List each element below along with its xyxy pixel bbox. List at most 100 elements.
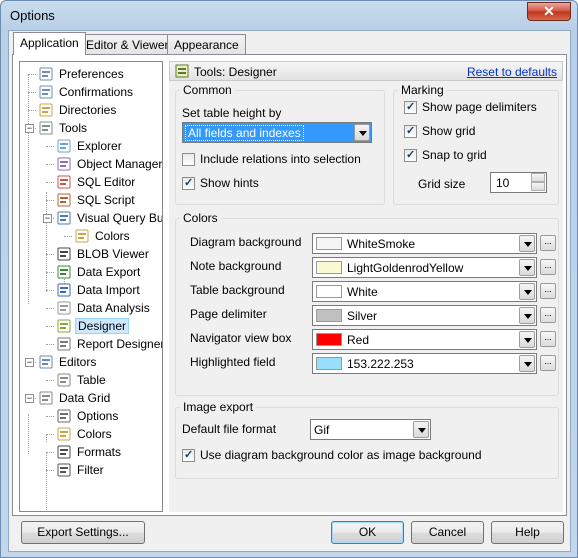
color-select[interactable]: Silver (312, 305, 537, 326)
tree-item-label: Data Export (77, 265, 141, 279)
tree-item-editors[interactable]: Editors (38, 353, 98, 371)
show-hints-label: Show hints (200, 176, 259, 190)
designer-icon (175, 64, 189, 78)
help-button[interactable]: Help (491, 521, 564, 544)
tree-guide-line (46, 434, 54, 435)
close-button[interactable]: ✕ (527, 2, 571, 21)
cancel-button[interactable]: Cancel (411, 521, 484, 544)
color-row-label: Note background (190, 259, 282, 273)
ok-button[interactable]: OK (331, 521, 404, 544)
chevron-down-icon[interactable] (519, 331, 535, 348)
color-select[interactable]: 153.222.253 (312, 353, 537, 374)
show-grid-checkbox[interactable] (404, 124, 417, 138)
tree-item-label: Data Analysis (77, 301, 150, 315)
reset-defaults-link[interactable]: Reset to defaults (467, 65, 557, 79)
collapse-icon[interactable]: − (25, 394, 34, 403)
include-relations-label: Include relations into selection (200, 152, 361, 166)
grid-size-spinner[interactable]: 10 (490, 172, 547, 193)
color-swatch (316, 333, 342, 346)
tree-item-report-designer[interactable]: Report Designer (56, 335, 162, 353)
tree-item-preferences[interactable]: Preferences (38, 65, 126, 83)
tree-item-filter[interactable]: Filter (56, 461, 106, 479)
tree-item-table[interactable]: Table (56, 371, 108, 389)
file-format-select[interactable]: Gif (310, 419, 431, 440)
color-value: 153.222.253 (347, 357, 414, 371)
filter-icon (56, 462, 72, 478)
tree-item-label: Directories (59, 103, 117, 117)
tree-item-options[interactable]: Options (56, 407, 120, 425)
tree-item-directories[interactable]: Directories (38, 101, 118, 119)
table-icon (56, 372, 72, 388)
color-select[interactable]: LightGoldenrodYellow (312, 257, 537, 278)
tree-item-sql-script[interactable]: SQL Script (56, 191, 137, 209)
tab-appearance[interactable]: Appearance (167, 34, 246, 54)
chevron-down-icon[interactable] (519, 307, 535, 324)
collapse-icon[interactable]: − (43, 214, 52, 223)
chevron-down-icon[interactable] (519, 235, 535, 252)
tools-icon (38, 120, 54, 136)
tab-panel: Preferences Confirmations Directories Tools… (12, 54, 567, 516)
snap-to-grid-checkbox[interactable] (404, 148, 417, 162)
color-row-label: Page delimiter (190, 307, 267, 321)
options-window: Options ✕ Application Editor & Viewers A… (0, 0, 578, 558)
show-delimiters-checkbox[interactable] (404, 100, 417, 114)
browse-color-button[interactable]: ... (540, 283, 556, 299)
visual-query-icon (56, 210, 72, 226)
tab-label: Editor & Viewers (86, 38, 175, 52)
tree-guide-line (46, 416, 54, 417)
window-title: Options (10, 8, 55, 23)
tree-item-designer[interactable]: Designer (56, 317, 130, 335)
table-height-select[interactable]: All fields and indexes (182, 122, 372, 143)
collapse-icon[interactable]: − (25, 358, 34, 367)
tree-item-data-import[interactable]: Data Import (56, 281, 142, 299)
tree-guide-line (28, 92, 36, 93)
color-select[interactable]: White (312, 281, 537, 302)
tree-guide-line (46, 380, 54, 381)
use-background-checkbox[interactable] (182, 448, 195, 462)
tree-item-label: Formats (77, 445, 122, 459)
chevron-down-icon[interactable] (519, 259, 535, 276)
common-title: Common (180, 83, 235, 97)
browse-color-button[interactable]: ... (540, 235, 556, 251)
tree-item-data-analysis[interactable]: Data Analysis (56, 299, 152, 317)
tree-item-sql-editor[interactable]: SQL Editor (56, 173, 137, 191)
tree-item-colors[interactable]: Colors (74, 227, 132, 245)
browse-color-button[interactable]: ... (540, 259, 556, 275)
spin-down-icon[interactable] (531, 182, 545, 191)
title-bar[interactable]: Options ✕ (1, 1, 577, 29)
show-hints-checkbox[interactable] (182, 176, 195, 190)
chevron-down-icon[interactable] (519, 283, 535, 300)
include-relations-checkbox[interactable] (182, 153, 195, 166)
browse-color-button[interactable]: ... (540, 307, 556, 323)
spin-up-icon[interactable] (531, 173, 545, 182)
tree-item-object-manager[interactable]: Object Manager (56, 155, 162, 173)
tree-guide-line (46, 146, 54, 147)
color-select[interactable]: Red (312, 329, 537, 350)
color-value: Silver (347, 309, 378, 323)
tree-item-visual-query-build[interactable]: Visual Query Build (56, 209, 162, 227)
color-select[interactable]: WhiteSmoke (312, 233, 537, 254)
tree-item-formats[interactable]: Formats (56, 443, 123, 461)
color-swatch (316, 357, 342, 370)
tree-guide-line (46, 308, 54, 309)
browse-color-button[interactable]: ... (540, 355, 556, 371)
export-settings-button[interactable]: Export Settings... (21, 521, 145, 544)
tree-item-colors[interactable]: Colors (56, 425, 114, 443)
chevron-down-icon[interactable] (519, 355, 535, 372)
tree-item-tools[interactable]: Tools (38, 119, 89, 137)
tree-item-data-export[interactable]: Data Export (56, 263, 142, 281)
tree-item-blob-viewer[interactable]: BLOB Viewer (56, 245, 151, 263)
chevron-down-icon[interactable] (354, 124, 370, 141)
button-label: Export Settings... (37, 525, 129, 539)
tab-label: Appearance (174, 38, 239, 52)
tree-item-explorer[interactable]: Explorer (56, 137, 124, 155)
tree-item-data-grid[interactable]: Data Grid (38, 389, 112, 407)
directories-icon (38, 102, 54, 118)
tree-item-label: Preferences (59, 67, 124, 81)
chevron-down-icon[interactable] (413, 421, 429, 438)
browse-color-button[interactable]: ... (540, 331, 556, 347)
collapse-icon[interactable]: − (25, 124, 34, 133)
settings-tree[interactable]: Preferences Confirmations Directories Tools… (19, 61, 163, 512)
tab-application[interactable]: Application (13, 32, 86, 55)
tree-item-confirmations[interactable]: Confirmations (38, 83, 135, 101)
